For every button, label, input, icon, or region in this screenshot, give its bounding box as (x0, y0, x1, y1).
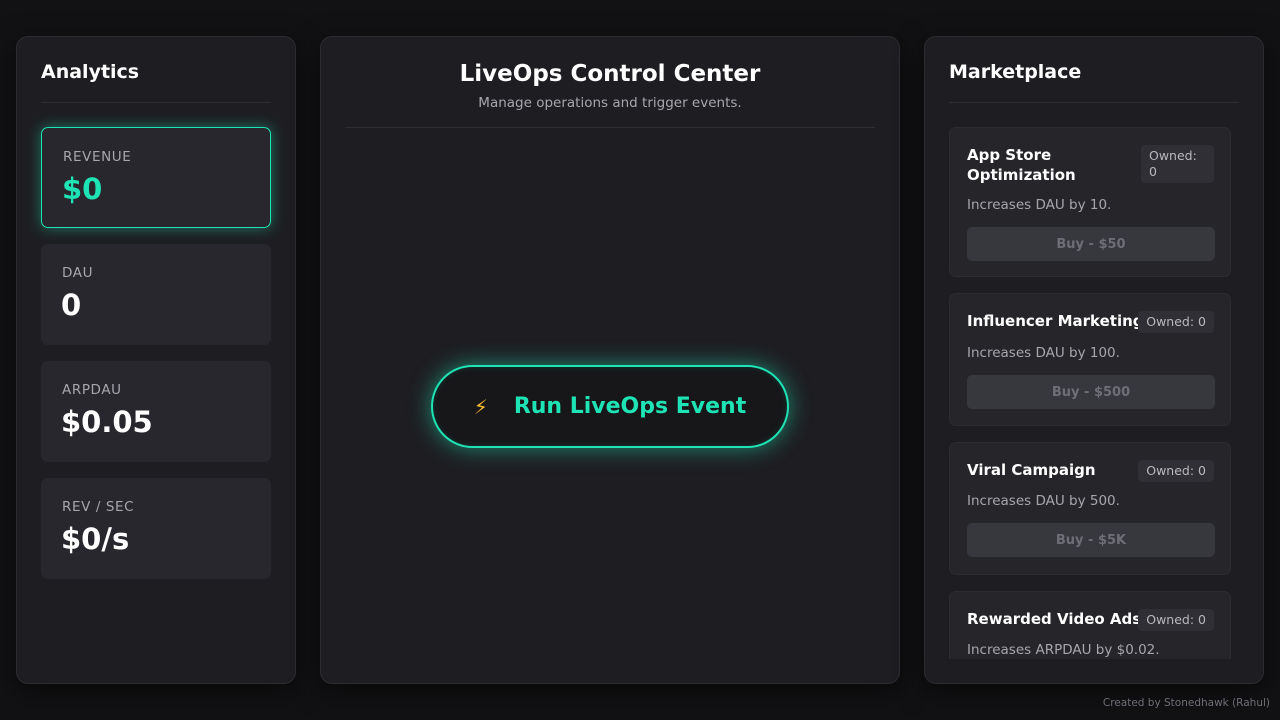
control-center-panel: LiveOps Control Center Manage operations… (320, 36, 900, 684)
owned-badge: Owned: 0 (1138, 311, 1214, 333)
control-center-subtitle: Manage operations and trigger events. (478, 95, 742, 111)
market-item-title: Rewarded Video Ads (967, 610, 1142, 628)
stat-rev-per-sec-value: $0/s (61, 522, 130, 556)
stat-dau-label: DAU (62, 265, 94, 281)
run-liveops-event-button[interactable]: ⚡ Run LiveOps Event (431, 365, 789, 448)
market-item-description: Increases DAU by 500. (967, 493, 1120, 509)
market-item-influencer-marketing: Influencer Marketing Owned: 0 Increases … (949, 293, 1231, 426)
analytics-title: Analytics (41, 61, 271, 103)
stat-arpdau: ARPDAU $0.05 (41, 361, 271, 462)
control-center-title: LiveOps Control Center (459, 61, 761, 87)
market-item-title: Viral Campaign (967, 461, 1096, 479)
stat-dau-value: 0 (61, 288, 82, 322)
market-item-title: Influencer Marketing (967, 312, 1144, 330)
market-item-description: Increases DAU by 100. (967, 345, 1120, 361)
marketplace-scroll-mask (925, 659, 1263, 683)
owned-badge-line: Owned: (1149, 148, 1197, 163)
stat-arpdau-label: ARPDAU (62, 382, 122, 398)
market-item-description: Increases ARPDAU by $0.02. (967, 642, 1160, 658)
market-item-viral-campaign: Viral Campaign Owned: 0 Increases DAU by… (949, 442, 1231, 575)
analytics-panel: Analytics REVENUE $0 DAU 0 ARPDAU $0.05 … (16, 36, 296, 684)
market-item-description: Increases DAU by 10. (967, 197, 1112, 213)
marketplace-panel: Marketplace App Store Optimization Owned… (924, 36, 1264, 684)
market-item-title-line: Optimization (967, 166, 1076, 184)
buy-viral-campaign-button[interactable]: Buy - $5K (967, 523, 1215, 557)
lightning-icon: ⚡ (473, 394, 488, 419)
market-item-app-store-optimization: App Store Optimization Owned: 0 Increase… (949, 127, 1231, 277)
stat-arpdau-value: $0.05 (61, 405, 153, 439)
control-center-divider (345, 127, 875, 128)
buy-app-store-optimization-button[interactable]: Buy - $50 (967, 227, 1215, 261)
owned-badge-line: 0 (1149, 164, 1157, 179)
market-item-title-line: App Store (967, 146, 1052, 164)
owned-badge: Owned: 0 (1138, 609, 1214, 631)
owned-badge: Owned: 0 (1141, 145, 1214, 183)
stat-rev-per-sec-label: REV / SEC (62, 499, 135, 515)
footer-credit: Created by Stonedhawk (Rahul) (1102, 697, 1270, 709)
run-liveops-event-label: Run LiveOps Event (513, 394, 747, 419)
buy-influencer-marketing-button[interactable]: Buy - $500 (967, 375, 1215, 409)
market-item-title: App Store Optimization (967, 145, 1076, 185)
stat-revenue-label: REVENUE (63, 149, 132, 165)
stat-rev-per-sec: REV / SEC $0/s (41, 478, 271, 579)
stat-revenue-value: $0 (62, 172, 103, 206)
marketplace-title: Marketplace (949, 61, 1239, 103)
stat-revenue: REVENUE $0 (41, 127, 271, 228)
stat-dau: DAU 0 (41, 244, 271, 345)
owned-badge: Owned: 0 (1138, 460, 1214, 482)
